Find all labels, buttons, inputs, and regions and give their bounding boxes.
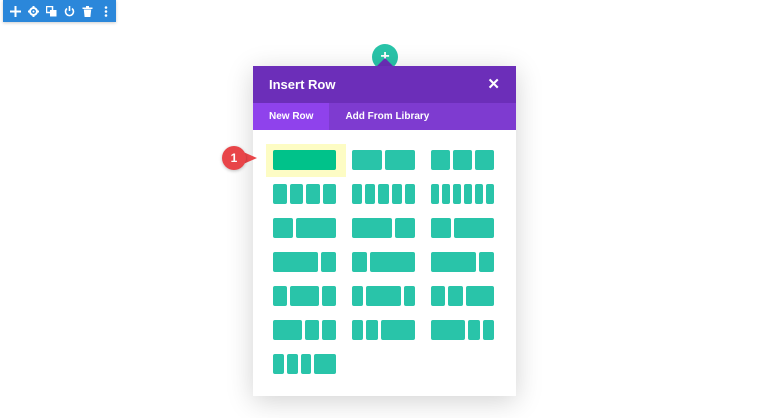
layout-column <box>300 354 312 374</box>
layout-column <box>314 354 336 374</box>
layout-column <box>321 252 336 272</box>
layout-column <box>304 320 319 340</box>
layout-column <box>453 184 461 204</box>
layout-column <box>464 184 472 204</box>
layout-column <box>475 150 494 170</box>
layout-column <box>273 218 293 238</box>
row-layout-option[interactable] <box>431 150 494 170</box>
insert-row-modal: Insert Row ✕ New Row Add From Library <box>253 66 516 396</box>
layout-column <box>273 354 284 374</box>
layout-column <box>366 320 378 340</box>
layout-column <box>486 184 494 204</box>
row-layout-option[interactable] <box>431 320 495 340</box>
layout-column <box>454 218 494 238</box>
layout-column <box>380 320 416 340</box>
row-layout-option[interactable] <box>352 218 415 238</box>
layout-column <box>352 150 382 170</box>
layout-column <box>404 184 416 204</box>
settings-icon[interactable] <box>27 4 40 18</box>
row-layout-option[interactable] <box>273 184 336 204</box>
close-icon[interactable]: ✕ <box>487 77 500 92</box>
tab-add-from-library[interactable]: Add From Library <box>329 103 445 130</box>
layout-column <box>378 184 389 204</box>
layout-column <box>431 218 451 238</box>
row-layout-option[interactable] <box>273 252 336 272</box>
delete-icon[interactable] <box>81 4 94 18</box>
layout-column <box>395 218 415 238</box>
row-layout-option[interactable] <box>273 286 336 306</box>
move-icon[interactable] <box>9 4 22 18</box>
modal-header: Insert Row ✕ <box>253 66 516 103</box>
layout-column <box>273 320 302 340</box>
layout-column <box>366 286 401 306</box>
layout-column <box>431 150 450 170</box>
layout-column <box>482 320 495 340</box>
tab-new-row[interactable]: New Row <box>253 103 330 130</box>
layout-column <box>365 184 376 204</box>
layout-column <box>286 354 298 374</box>
row-layout-option[interactable] <box>431 252 494 272</box>
layout-column <box>289 184 303 204</box>
modal-tabs: New Row Add From Library <box>253 103 516 130</box>
layout-column <box>273 252 318 272</box>
layout-column <box>321 320 336 340</box>
layout-column <box>352 218 392 238</box>
layout-column <box>465 286 494 306</box>
more-icon[interactable] <box>99 4 112 18</box>
row-layout-option[interactable] <box>352 286 416 306</box>
layout-column <box>431 320 466 340</box>
layout-column <box>352 252 367 272</box>
row-layout-option[interactable] <box>352 320 416 340</box>
row-layout-grid <box>273 150 503 374</box>
layout-column <box>370 252 415 272</box>
layout-column <box>468 320 480 340</box>
row-layout-option[interactable] <box>273 354 336 374</box>
layout-column <box>322 184 336 204</box>
layout-column <box>296 218 336 238</box>
row-layout-option[interactable] <box>273 150 336 170</box>
layout-column <box>442 184 450 204</box>
row-layout-option[interactable] <box>352 150 415 170</box>
layout-column <box>431 252 476 272</box>
layout-column <box>453 150 472 170</box>
row-layout-option[interactable] <box>431 286 494 306</box>
row-layout-option[interactable] <box>352 184 416 204</box>
layout-column <box>273 286 288 306</box>
layout-column <box>448 286 463 306</box>
layout-column <box>391 184 402 204</box>
layout-column <box>321 286 336 306</box>
duplicate-icon[interactable] <box>45 4 58 18</box>
step-callout: 1 <box>222 146 258 170</box>
row-layout-option[interactable] <box>431 218 494 238</box>
layout-column <box>475 184 483 204</box>
section-toolbar <box>3 0 116 22</box>
toggle-icon[interactable] <box>63 4 76 18</box>
layout-column <box>273 184 287 204</box>
row-layout-option[interactable] <box>273 218 336 238</box>
layout-column <box>403 286 416 306</box>
layout-column <box>431 184 439 204</box>
layout-column <box>431 286 446 306</box>
row-layout-option[interactable] <box>431 184 494 204</box>
row-layout-option[interactable] <box>352 252 415 272</box>
layout-column <box>290 286 319 306</box>
modal-title: Insert Row <box>269 77 336 92</box>
row-layout-option[interactable] <box>273 320 336 340</box>
layout-column <box>273 150 336 170</box>
layout-column <box>479 252 494 272</box>
callout-number: 1 <box>222 146 246 170</box>
layout-column <box>352 286 364 306</box>
layout-column <box>306 184 320 204</box>
layout-column <box>385 150 415 170</box>
layout-column <box>352 320 364 340</box>
layout-column <box>352 184 363 204</box>
